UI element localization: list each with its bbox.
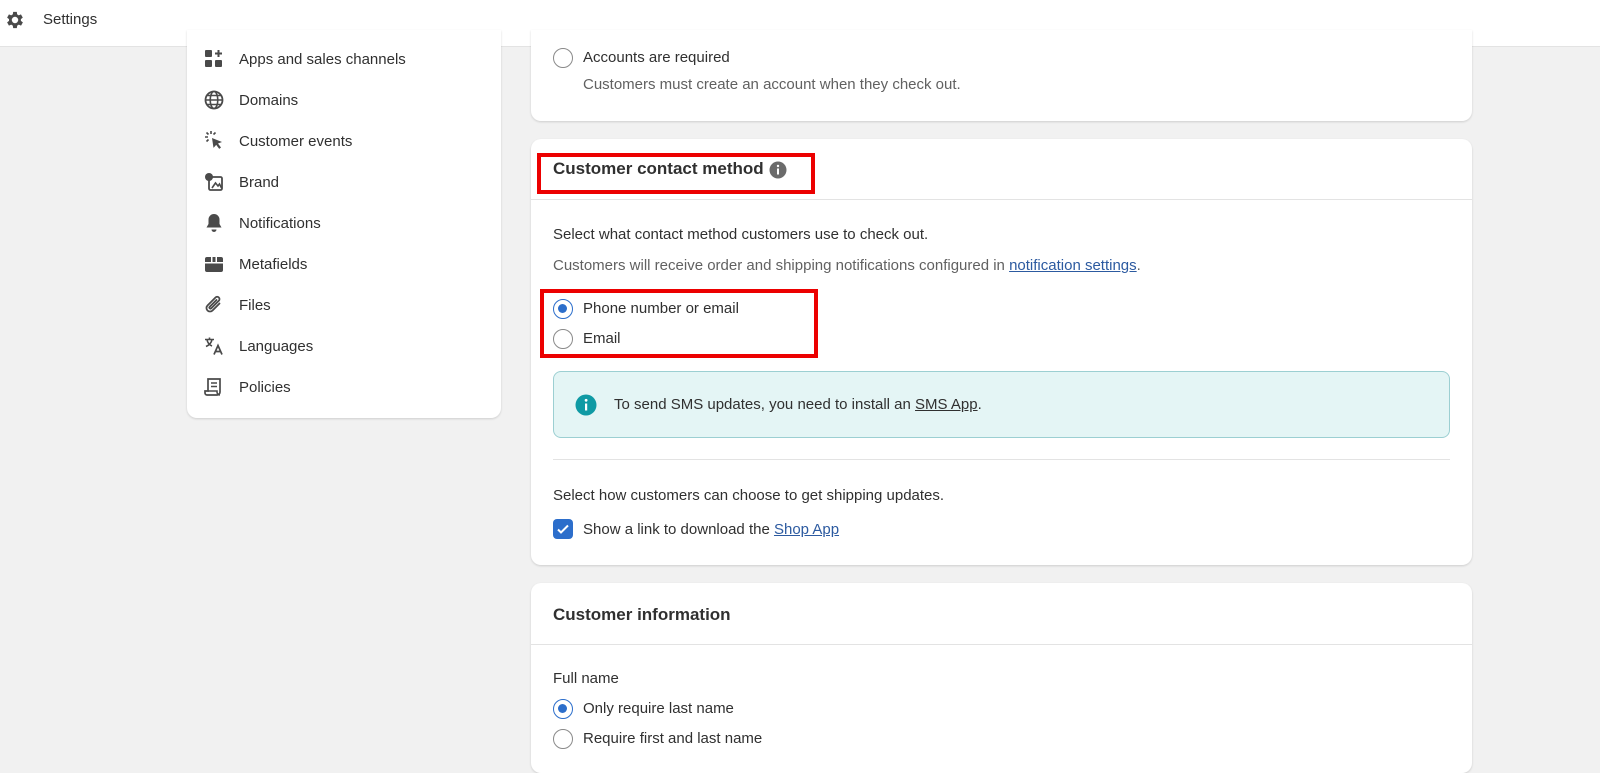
shop-app-label: Show a link to download the Shop App [583, 521, 840, 538]
full-name-label: Full name [553, 670, 619, 687]
divider [531, 199, 1472, 200]
paperclip-icon [205, 295, 221, 313]
sidebar-item-label: Metafields [239, 255, 308, 273]
sms-banner-text: To send SMS updates, you need to install… [614, 396, 982, 413]
only-last-name-radio[interactable] [553, 699, 573, 719]
sidebar-item-label: Brand [239, 173, 280, 191]
sidebar-item-label: Languages [239, 337, 314, 355]
customer-information-card: Customer information Full name Only requ… [531, 583, 1472, 773]
sidebar-item-label: Policies [239, 378, 291, 396]
sidebar-item-metafields[interactable]: Metafields [187, 246, 501, 282]
sidebar-item-label: Notifications [239, 214, 321, 232]
sms-info-banner: To send SMS updates, you need to install… [553, 371, 1450, 438]
sidebar-item-label: Customer events [239, 132, 353, 150]
sidebar-item-policies[interactable]: Policies [187, 369, 501, 405]
bell-icon [206, 214, 222, 232]
info-circle-icon [575, 394, 597, 416]
accounts-required-radio[interactable] [553, 48, 573, 68]
shop-app-link[interactable]: Shop App [774, 521, 839, 538]
first-and-last-name-label: Require first and last name [583, 730, 763, 747]
translate-icon [205, 337, 223, 355]
cursor-click-icon [205, 131, 222, 149]
sidebar-item-languages[interactable]: Languages [187, 328, 501, 364]
first-and-last-name-radio[interactable] [553, 729, 573, 749]
customer-accounts-card: Accounts are required Customers must cre… [531, 30, 1472, 121]
accounts-required-label: Accounts are required [583, 49, 730, 66]
notification-settings-link[interactable]: notification settings [1009, 257, 1137, 274]
contact-description: Select what contact method customers use… [553, 226, 929, 243]
only-last-name-label: Only require last name [583, 700, 734, 717]
divider [531, 644, 1472, 645]
sidebar-item-label: Domains [239, 91, 299, 109]
globe-icon [204, 90, 224, 110]
sidebar-item-label: Apps and sales channels [239, 50, 406, 68]
settings-sidebar: Apps and sales channels Domains Customer… [187, 30, 501, 418]
apps-icon [205, 50, 222, 67]
contact-notice: Customers will receive order and shippin… [553, 257, 1141, 274]
sidebar-item-brand[interactable]: Brand [187, 164, 501, 200]
metafields-icon [205, 257, 223, 272]
checkmark-icon [557, 524, 569, 534]
sms-app-link[interactable]: SMS App [915, 396, 978, 413]
sidebar-item-customer-events[interactable]: Customer events [187, 123, 501, 159]
highlight-box-title [537, 153, 815, 194]
customer-contact-method-card: Customer contact method Select what cont… [531, 139, 1472, 565]
section-title: Customer information [553, 605, 731, 624]
shipping-prompt: Select how customers can choose to get s… [553, 487, 945, 504]
gear-icon [7, 11, 23, 29]
sidebar-item-notifications[interactable]: Notifications [187, 205, 501, 241]
sidebar-item-label: Files [239, 296, 271, 314]
sidebar-item-domains[interactable]: Domains [187, 82, 501, 118]
highlight-box-options [540, 289, 818, 358]
accounts-required-help: Customers must create an account when th… [583, 76, 961, 93]
brand-icon [205, 173, 223, 191]
policy-icon [204, 378, 221, 396]
sidebar-item-files[interactable]: Files [187, 287, 501, 323]
divider [553, 459, 1450, 460]
page-title: Settings [43, 11, 98, 28]
shop-app-checkbox[interactable] [553, 519, 573, 539]
sidebar-item-apps[interactable]: Apps and sales channels [187, 41, 501, 77]
